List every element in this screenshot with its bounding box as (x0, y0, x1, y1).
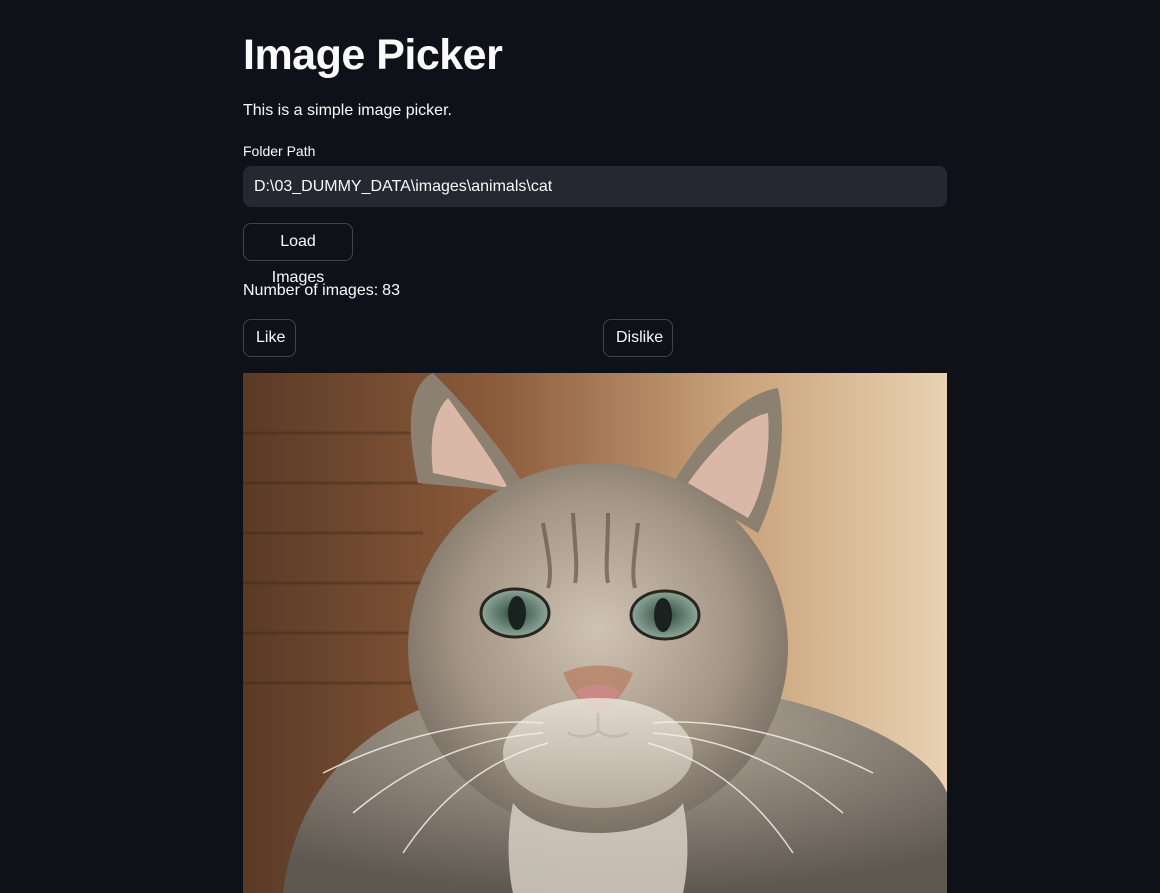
dislike-button[interactable]: Dislike (603, 319, 673, 357)
page-title: Image Picker (243, 31, 503, 79)
image-count: Number of images: 83 (243, 280, 400, 302)
folder-path-label: Folder Path (243, 143, 316, 159)
load-images-button[interactable]: Load Images (243, 223, 353, 286)
image-count-value: 83 (382, 282, 400, 299)
cat-photo (243, 373, 947, 893)
image-count-label: Number of images: (243, 282, 379, 299)
cat-image (243, 373, 947, 893)
main-container: Image Picker This is a simple image pick… (243, 0, 947, 893)
like-button[interactable]: Like (243, 319, 296, 357)
page-description: This is a simple image picker. (243, 102, 452, 119)
folder-path-input[interactable] (243, 166, 947, 207)
